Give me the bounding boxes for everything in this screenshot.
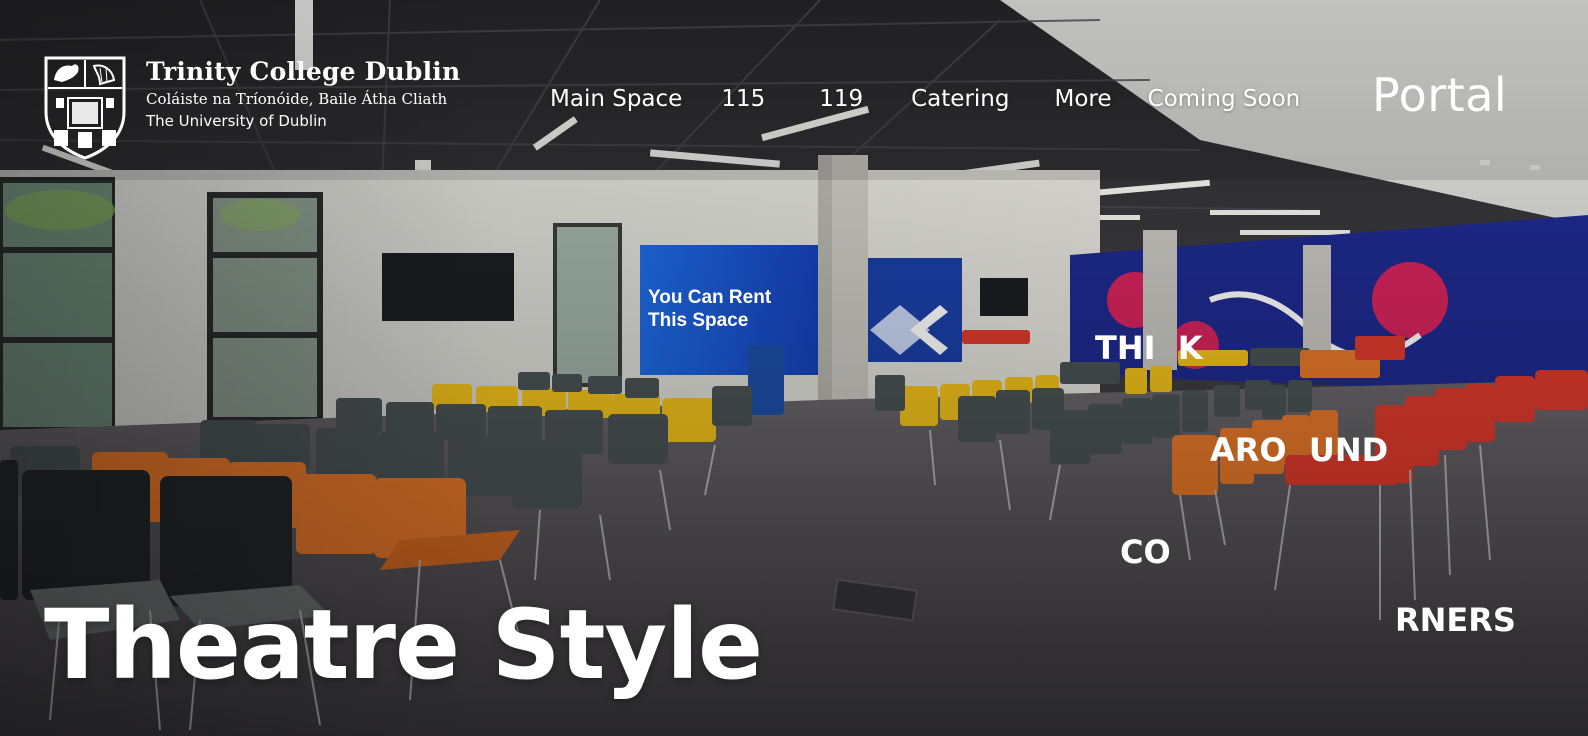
mural-line-2: ARO UND — [1210, 431, 1389, 469]
portal-link[interactable]: Portal — [1372, 68, 1507, 122]
page-title: Theatre Style — [44, 589, 763, 701]
brand-name: Trinity College Dublin — [146, 57, 461, 86]
mural-line-1: THI K — [1095, 329, 1203, 367]
nav-item-more[interactable]: More — [1054, 84, 1111, 114]
brand-text: Trinity College Dublin Coláiste na Tríon… — [146, 54, 460, 132]
nav-item-119[interactable]: 119 — [819, 84, 863, 114]
mural-text: THI K ARO UND CO RNERS — [1095, 258, 1516, 710]
hero-section: You Can Rent This Space THI K ARO UND CO… — [0, 0, 1588, 736]
screen-text: You Can Rent This Space — [648, 286, 771, 332]
nav-item-main-space[interactable]: Main Space — [550, 84, 682, 114]
brand-irish-name: Coláiste na Tríonóide, Baile Átha Cliath — [146, 90, 448, 108]
mural-line-4: RNERS — [1395, 601, 1516, 639]
nav-item-coming-soon[interactable]: Coming Soon — [1148, 84, 1301, 114]
nav-item-catering[interactable]: Catering — [911, 84, 1009, 114]
screen-line-1: You Can Rent — [648, 287, 772, 308]
home-logo-link[interactable]: Trinity College Dublin Coláiste na Tríon… — [42, 54, 460, 160]
college-crest-icon — [44, 56, 126, 160]
mural-line-3: CO — [1120, 533, 1171, 571]
main-nav: Main Space 115 119 Catering More Coming … — [550, 84, 1300, 114]
screen-line-2: This Space — [648, 310, 749, 331]
nav-item-115[interactable]: 115 — [721, 84, 765, 114]
brand-university: The University of Dublin — [146, 112, 327, 130]
